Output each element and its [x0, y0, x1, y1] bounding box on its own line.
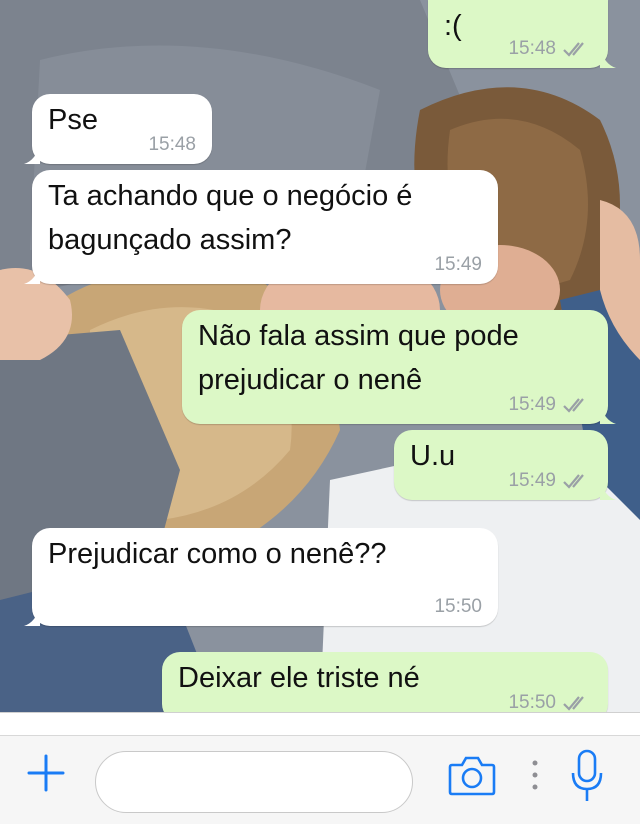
chat-area[interactable]: :( 15:48 Pse 15:48 Ta achando que o negó… [0, 0, 640, 722]
bubble-tail [600, 404, 616, 424]
bubble-tail [600, 480, 616, 500]
message-time: 15:48 [148, 134, 196, 155]
message-bubble-incoming[interactable]: Pse 15:48 [24, 94, 212, 164]
more-dots-icon[interactable] [530, 759, 540, 791]
read-ticks-icon [563, 398, 584, 413]
composer-divider [0, 713, 640, 736]
message-bubble-incoming[interactable]: Ta achando que o negócio é bagunçado ass… [24, 170, 498, 284]
message-composer [0, 712, 640, 824]
message-time: 15:50 [434, 596, 482, 617]
plus-icon[interactable] [26, 753, 66, 793]
message-time: 15:48 [508, 38, 556, 59]
message-input[interactable] [95, 751, 413, 813]
message-bubble-outgoing[interactable]: U.u 15:49 [394, 430, 616, 500]
message-bubble-outgoing[interactable]: Não fala assim que pode prejudicar o nen… [182, 310, 616, 424]
message-text: Ta achando que o negócio é bagunçado ass… [48, 180, 413, 256]
message-time: 15:50 [508, 692, 556, 713]
camera-icon[interactable] [448, 753, 496, 797]
bubble-tail [24, 264, 40, 284]
message-time: 15:49 [508, 470, 556, 491]
message-bubble-outgoing[interactable]: :( 15:48 [428, 0, 616, 68]
message-time: 15:49 [508, 394, 556, 415]
message-text: Prejudicar como o nenê?? [48, 538, 387, 570]
message-bubble-incoming[interactable]: Prejudicar como o nenê?? 15:50 [24, 528, 498, 626]
read-ticks-icon [563, 42, 584, 57]
message-time: 15:49 [434, 254, 482, 275]
bubble-tail [24, 144, 40, 164]
read-ticks-icon [563, 696, 584, 711]
bubble-tail [600, 48, 616, 68]
microphone-icon[interactable] [570, 749, 604, 803]
message-text: Não fala assim que pode prejudicar o nen… [198, 320, 519, 396]
bubble-tail [24, 606, 40, 626]
read-ticks-icon [563, 474, 584, 489]
